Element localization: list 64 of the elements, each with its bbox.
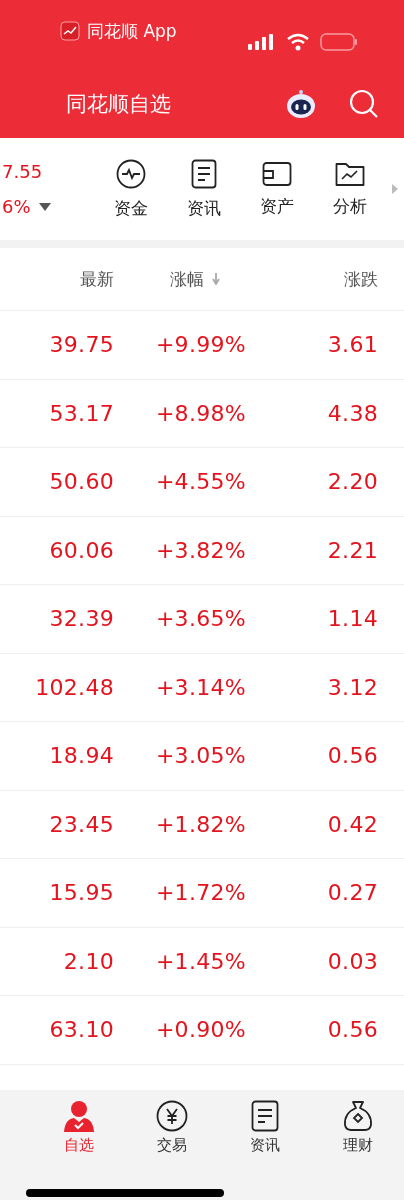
folder-chart-icon — [334, 160, 365, 187]
index-change: 6% — [2, 196, 31, 217]
table-cell-text: 23.45 — [48, 811, 114, 837]
table-cell-text: 53.17 — [48, 400, 114, 426]
table-cell-text: +0.90% — [154, 1017, 246, 1043]
tool-button[interactable]: 资讯 — [167, 158, 240, 220]
table-cell-text: +4.55% — [154, 469, 246, 495]
table-cell-text: 2.10 — [62, 948, 114, 974]
robot-icon[interactable] — [285, 88, 317, 120]
table-cell-text: +1.45% — [154, 948, 246, 974]
table-cell-text: +1.72% — [154, 880, 246, 906]
tool-button[interactable]: 资产 — [240, 160, 313, 218]
caret-icon[interactable] — [38, 202, 51, 211]
table-cell-text: 0.03 — [326, 948, 378, 974]
page-title: 同花顺自选 — [66, 91, 171, 118]
battery-icon — [320, 33, 358, 51]
column-header[interactable]: 涨跌 — [246, 248, 378, 310]
table-cell-text: 32.39 — [48, 606, 114, 632]
table-cell-text: 0.56 — [326, 743, 378, 769]
table-cell-text: 3.61 — [326, 332, 378, 358]
column-header[interactable]: 涨幅 — [114, 248, 246, 310]
table-cell-text: 2.20 — [326, 469, 378, 495]
table-cell-text: 15.95 — [48, 880, 114, 906]
index-value: 7.55 — [2, 161, 44, 182]
table-cell-text: +3.82% — [154, 537, 246, 563]
table-cell-text: +8.98% — [154, 400, 246, 426]
table-cell-text: 0.27 — [326, 880, 378, 906]
table-cell-text: 0.56 — [326, 1017, 378, 1043]
tab[interactable]: 自选 — [32, 1100, 125, 1155]
table-cell-text: 4.38 — [326, 400, 378, 426]
app-icon — [60, 21, 80, 41]
table-cell-text: 3.12 — [326, 674, 378, 700]
table-cell-text: 18.94 — [48, 743, 114, 769]
tool-button[interactable]: 资金 — [94, 158, 167, 220]
document-icon — [250, 1100, 279, 1132]
signal-icon — [248, 34, 276, 50]
tab[interactable]: 交易 — [125, 1100, 218, 1155]
table-cell-text: 50.60 — [48, 469, 114, 495]
money-bag-icon — [342, 1100, 373, 1132]
table-cell-text: +3.65% — [154, 606, 246, 632]
yen-icon — [155, 1100, 188, 1132]
search-icon[interactable] — [349, 89, 379, 119]
table-cell-text: 60.06 — [48, 537, 114, 563]
tab[interactable]: 资讯 — [218, 1100, 311, 1155]
table-cell-text: 2.21 — [326, 537, 378, 563]
pulse-icon — [115, 158, 146, 189]
table-cell-text: 0.42 — [326, 811, 378, 837]
wifi-icon — [286, 33, 310, 51]
sort-down-icon — [212, 273, 220, 285]
table-cell-text: +9.99% — [154, 332, 246, 358]
app-name: 同花顺 App — [87, 19, 177, 43]
table-cell-text: 39.75 — [48, 332, 114, 358]
tab[interactable]: 理财 — [311, 1100, 404, 1155]
tool-button[interactable]: 分析 — [313, 160, 386, 218]
person-icon — [62, 1100, 95, 1132]
table-cell-text: 1.14 — [326, 606, 378, 632]
table-cell-text: +3.14% — [154, 674, 246, 700]
table-cell-text: 63.10 — [48, 1017, 114, 1043]
document-icon — [190, 158, 217, 189]
column-header[interactable]: 最新 — [0, 248, 114, 310]
table-cell-text: +1.82% — [154, 811, 246, 837]
table-cell-text: +3.05% — [154, 743, 246, 769]
table-cell-text: 102.48 — [34, 674, 114, 700]
wallet-icon — [261, 160, 292, 187]
